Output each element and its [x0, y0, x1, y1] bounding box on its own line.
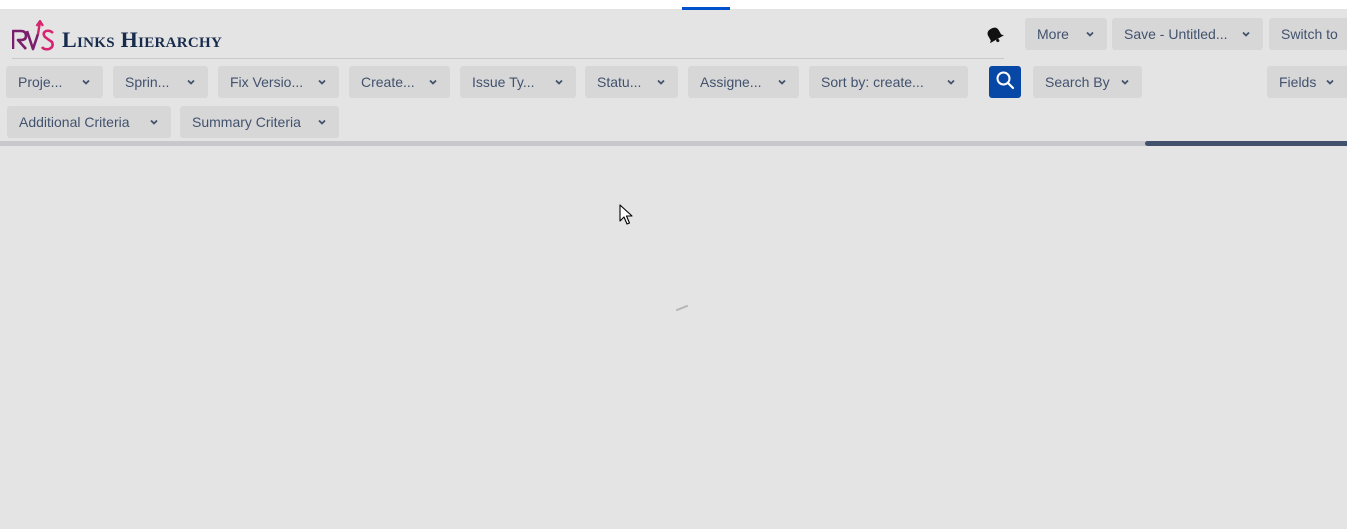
filter-dropdown-6[interactable]: Assigne...	[688, 66, 799, 98]
filter-dropdown-7[interactable]: Sort by: create...	[809, 66, 968, 98]
save-button[interactable]: Save - Untitled...	[1112, 18, 1263, 50]
filter-dropdown-1[interactable]: Summary Criteria	[180, 106, 339, 138]
search-button[interactable]	[989, 66, 1021, 98]
fields-label: Fields	[1279, 74, 1317, 90]
chevron-down-icon	[317, 77, 327, 87]
filter-dropdown-5[interactable]: Statu...	[585, 66, 678, 98]
loading-spinner-icon	[676, 298, 688, 311]
filter-dropdown-0[interactable]: Additional Criteria	[7, 106, 171, 138]
switch-to-label: Switch to	[1281, 26, 1338, 42]
chevron-down-icon	[1120, 77, 1130, 87]
header-divider	[12, 58, 1004, 59]
chevron-down-icon	[656, 77, 666, 87]
progress-fill	[1145, 141, 1347, 146]
chevron-down-icon	[1085, 29, 1095, 39]
app-logo	[12, 18, 56, 52]
filter-label: Create...	[361, 74, 415, 90]
switch-to-button[interactable]: Switch to	[1269, 18, 1347, 50]
chevron-down-icon	[946, 77, 956, 87]
chevron-down-icon	[317, 117, 327, 127]
chevron-down-icon	[186, 77, 196, 87]
active-tab-indicator	[682, 7, 730, 10]
filter-label: Issue Ty...	[472, 74, 535, 90]
save-label: Save - Untitled...	[1124, 26, 1228, 42]
chevron-down-icon	[1325, 77, 1335, 87]
chevron-down-icon	[1241, 29, 1251, 39]
more-label: More	[1037, 26, 1069, 42]
top-strip	[0, 0, 1347, 9]
bell-icon[interactable]	[984, 25, 1004, 44]
search-by-button[interactable]: Search By	[1033, 66, 1142, 98]
filter-label: Proje...	[18, 74, 63, 90]
filter-label: Additional Criteria	[19, 114, 130, 130]
filter-label: Sort by: create...	[821, 74, 924, 90]
fields-button[interactable]: Fields	[1267, 66, 1347, 98]
chevron-down-icon	[428, 77, 438, 87]
cursor-icon	[619, 204, 633, 226]
app-title: Links Hierarchy	[62, 27, 223, 52]
filter-dropdown-0[interactable]: Proje...	[6, 66, 103, 98]
filter-label: Statu...	[597, 74, 642, 90]
search-by-label: Search By	[1045, 74, 1110, 90]
filter-dropdown-2[interactable]: Fix Versio...	[218, 66, 339, 98]
filter-dropdown-1[interactable]: Sprin...	[113, 66, 208, 98]
filter-dropdown-3[interactable]: Create...	[349, 66, 450, 98]
filter-label: Assigne...	[700, 74, 762, 90]
search-icon	[995, 70, 1015, 95]
chevron-down-icon	[777, 77, 787, 87]
more-button[interactable]: More	[1025, 18, 1107, 50]
chevron-down-icon	[81, 77, 91, 87]
filter-label: Fix Versio...	[230, 74, 304, 90]
rvs-logo-icon	[12, 20, 56, 52]
chevron-down-icon	[554, 77, 564, 87]
filter-dropdown-4[interactable]: Issue Ty...	[460, 66, 576, 98]
filter-label: Summary Criteria	[192, 114, 301, 130]
chevron-down-icon	[149, 117, 159, 127]
filter-label: Sprin...	[125, 74, 170, 90]
